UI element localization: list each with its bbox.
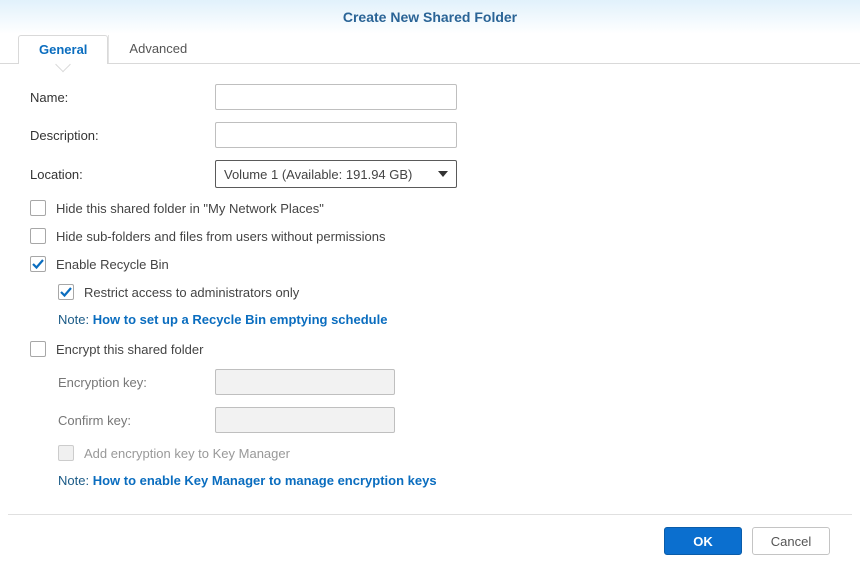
tab-advanced-label: Advanced — [129, 41, 187, 56]
checkbox-add-key-manager — [58, 445, 74, 461]
note-prefix-2: Note: — [58, 473, 93, 488]
tab-advanced[interactable]: Advanced — [108, 35, 207, 63]
note-key-manager: Note: How to enable Key Manager to manag… — [58, 473, 830, 488]
location-select[interactable]: Volume 1 (Available: 191.94 GB) — [215, 160, 457, 188]
label-hide-subfolders: Hide sub-folders and files from users wi… — [56, 229, 385, 244]
name-input[interactable] — [215, 84, 457, 110]
label-confirm-key: Confirm key: — [58, 413, 215, 428]
label-enable-recycle-bin: Enable Recycle Bin — [56, 257, 169, 272]
dialog-title-text: Create New Shared Folder — [343, 9, 517, 25]
label-add-key-manager: Add encryption key to Key Manager — [84, 446, 290, 461]
ok-button-label: OK — [693, 534, 713, 549]
checkbox-restrict-admins[interactable] — [58, 284, 74, 300]
confirm-key-input[interactable] — [215, 407, 395, 433]
cancel-button[interactable]: Cancel — [752, 527, 830, 555]
checkbox-hide-subfolders[interactable] — [30, 228, 46, 244]
dialog-footer: OK Cancel — [8, 514, 852, 567]
encryption-key-input[interactable] — [215, 369, 395, 395]
label-name: Name: — [30, 90, 215, 105]
label-encryption-key: Encryption key: — [58, 375, 215, 390]
ok-button[interactable]: OK — [664, 527, 742, 555]
dialog-create-shared-folder: Create New Shared Folder General Advance… — [0, 0, 860, 567]
link-recycle-schedule[interactable]: How to set up a Recycle Bin emptying sch… — [93, 312, 388, 327]
note-recycle: Note: How to set up a Recycle Bin emptyi… — [58, 312, 830, 327]
note-prefix: Note: — [58, 312, 93, 327]
chevron-down-icon — [438, 171, 448, 177]
link-key-manager[interactable]: How to enable Key Manager to manage encr… — [93, 473, 437, 488]
tab-general[interactable]: General — [18, 35, 108, 64]
tab-content-general: Name: Description: Location: Volume 1 (A… — [0, 64, 860, 514]
checkbox-encrypt-folder[interactable] — [30, 341, 46, 357]
label-description: Description: — [30, 128, 215, 143]
checkbox-enable-recycle-bin[interactable] — [30, 256, 46, 272]
tab-general-label: General — [39, 42, 87, 57]
description-input[interactable] — [215, 122, 457, 148]
label-location: Location: — [30, 167, 215, 182]
label-restrict-admins: Restrict access to administrators only — [84, 285, 299, 300]
label-hide-network-places: Hide this shared folder in "My Network P… — [56, 201, 324, 216]
tab-bar: General Advanced — [0, 34, 860, 64]
cancel-button-label: Cancel — [771, 534, 811, 549]
dialog-title: Create New Shared Folder — [0, 0, 860, 34]
checkbox-hide-network-places[interactable] — [30, 200, 46, 216]
label-encrypt-folder: Encrypt this shared folder — [56, 342, 203, 357]
location-select-value: Volume 1 (Available: 191.94 GB) — [224, 167, 412, 182]
